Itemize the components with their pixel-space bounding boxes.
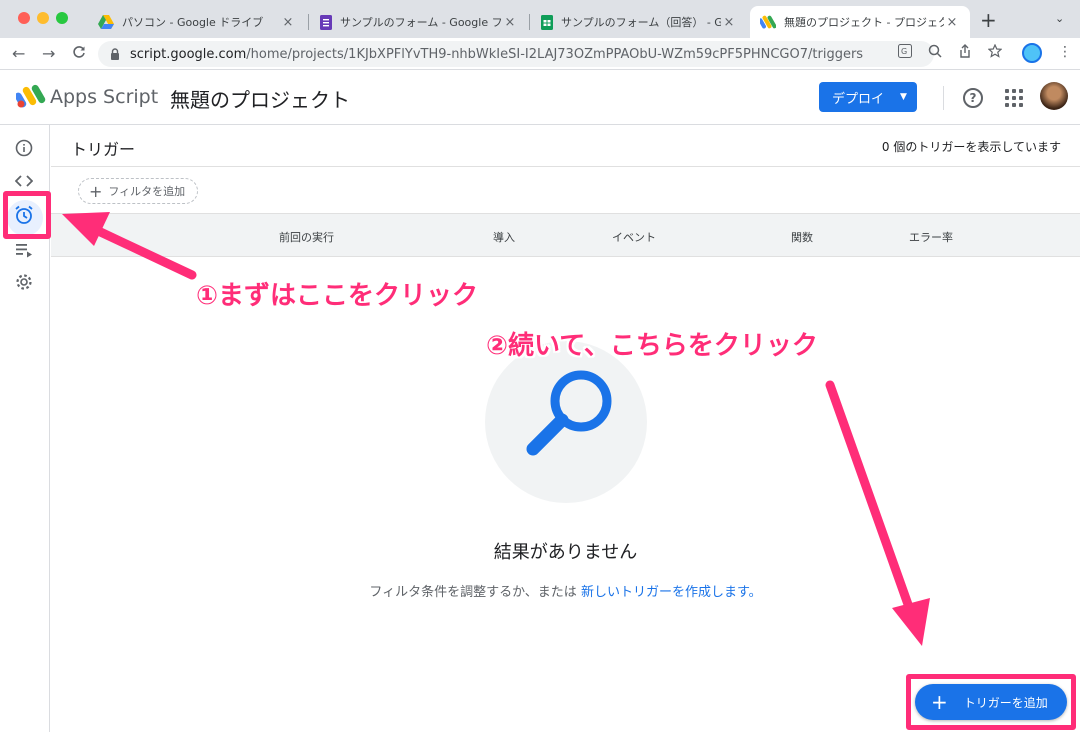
extension-icon[interactable]	[1022, 43, 1042, 63]
table-header: 前回の実行 導入 イベント 関数 エラー率	[51, 213, 1080, 257]
project-title[interactable]: 無題のプロジェクト	[170, 84, 350, 113]
browser-tab-strip: パソコン - Google ドライブ × サンプルのフォーム - Google …	[0, 0, 1080, 38]
window-minimize-button[interactable]	[37, 12, 49, 24]
url-host: script.google.com	[130, 46, 247, 62]
code-icon[interactable]	[13, 170, 35, 192]
reload-icon	[73, 46, 85, 58]
browser-menu-button[interactable]: ⋮	[1058, 44, 1072, 60]
gear-icon[interactable]	[13, 271, 35, 293]
apps-script-icon	[760, 15, 776, 29]
google-apps-icon[interactable]	[1005, 89, 1023, 107]
tab-close-icon[interactable]: ×	[721, 15, 737, 30]
tab-search-button[interactable]: ⌄	[1055, 12, 1064, 25]
info-icon[interactable]	[13, 137, 35, 159]
chevron-down-icon: ▼	[900, 92, 907, 102]
window-zoom-button[interactable]	[56, 12, 68, 24]
app-brand-name: Apps Script	[50, 86, 159, 108]
divider	[51, 166, 1080, 167]
tab-title: 無題のプロジェクト - プロジェクト	[784, 16, 944, 29]
empty-state-illustration	[485, 341, 647, 503]
new-tab-button[interactable]: +	[980, 8, 997, 32]
tab-title: サンプルのフォーム（回答） - Go	[561, 16, 721, 29]
app-header: Apps Script 無題のプロジェクト デプロイ ▼ ?	[0, 70, 1080, 125]
tab-title: サンプルのフォーム - Google フォ	[340, 16, 502, 29]
triggers-page: トリガー 0 個のトリガーを表示しています + フィルタを追加 前回の実行 導入…	[51, 125, 1080, 732]
tab-separator	[308, 14, 309, 30]
highlight-box-triggers-nav	[3, 191, 51, 239]
browser-tab-apps-script[interactable]: 無題のプロジェクト - プロジェクト ×	[750, 6, 970, 38]
browser-toolbar: ← → script.google.com/home/projects/1KJb…	[0, 38, 1080, 70]
deploy-button[interactable]: デプロイ ▼	[819, 82, 917, 112]
url-text: script.google.com/home/projects/1KJbXPFl…	[130, 47, 863, 62]
add-filter-button[interactable]: + フィルタを追加	[78, 178, 199, 204]
deploy-label: デプロイ	[832, 91, 885, 107]
browser-tab-sheets[interactable]: サンプルのフォーム（回答） - Go ×	[531, 6, 747, 38]
column-header-last-run[interactable]: 前回の実行	[279, 229, 334, 245]
svg-text:G: G	[901, 47, 907, 56]
tab-close-icon[interactable]: ×	[944, 15, 960, 30]
magnifier-icon	[526, 370, 612, 456]
empty-state-description: フィルタ条件を調整するか、または 新しいトリガーを作成します。	[51, 581, 1080, 600]
translate-icon[interactable]: G	[898, 44, 912, 62]
header-divider	[943, 86, 944, 110]
empty-state-text: フィルタ条件を調整するか、または	[369, 585, 577, 600]
avatar[interactable]	[1040, 82, 1068, 110]
tab-close-icon[interactable]: ×	[502, 15, 518, 30]
window-close-button[interactable]	[18, 12, 30, 24]
tab-close-icon[interactable]: ×	[280, 15, 296, 30]
back-button[interactable]: ←	[12, 44, 25, 63]
empty-state-title: 結果がありません	[493, 542, 638, 563]
trigger-count-text: 0 個のトリガーを表示しています	[881, 140, 1061, 154]
bookmark-star-icon[interactable]	[987, 43, 1003, 62]
column-header-deployment[interactable]: 導入	[493, 229, 515, 245]
tab-title: パソコン - Google ドライブ	[122, 16, 264, 29]
url-path: /home/projects/1KJbXPFlYvTH9-nhbWkIeSI-I…	[246, 46, 864, 62]
drive-icon	[98, 15, 114, 29]
create-trigger-link[interactable]: 新しいトリガーを作成します。	[581, 585, 762, 600]
callout-step1: ①まずはここをクリック	[196, 281, 479, 311]
column-header-event[interactable]: イベント	[612, 229, 656, 245]
forms-icon	[320, 14, 332, 30]
plus-icon: +	[89, 181, 103, 201]
address-bar[interactable]: script.google.com/home/projects/1KJbXPFl…	[98, 41, 934, 67]
browser-tab-drive[interactable]: パソコン - Google ドライブ ×	[88, 6, 306, 38]
page-title: トリガー	[71, 140, 136, 159]
share-icon[interactable]	[958, 44, 972, 62]
zoom-icon[interactable]	[928, 44, 942, 62]
column-header-function[interactable]: 関数	[791, 229, 813, 245]
tab-separator	[529, 14, 530, 30]
sheets-icon	[541, 14, 553, 30]
forward-button[interactable]: →	[42, 44, 55, 63]
lock-icon	[111, 48, 119, 60]
apps-script-logo[interactable]	[16, 84, 46, 108]
callout-step2: ②続いて、こちらをクリック	[486, 331, 818, 361]
add-filter-label: フィルタを追加	[108, 185, 186, 198]
column-header-error-rate[interactable]: エラー率	[909, 229, 953, 245]
help-icon[interactable]: ?	[963, 88, 983, 108]
highlight-box-add-trigger	[906, 674, 1076, 730]
browser-tab-forms[interactable]: サンプルのフォーム - Google フォ ×	[310, 6, 528, 38]
reload-button[interactable]	[72, 44, 86, 63]
executions-icon[interactable]	[13, 239, 35, 261]
